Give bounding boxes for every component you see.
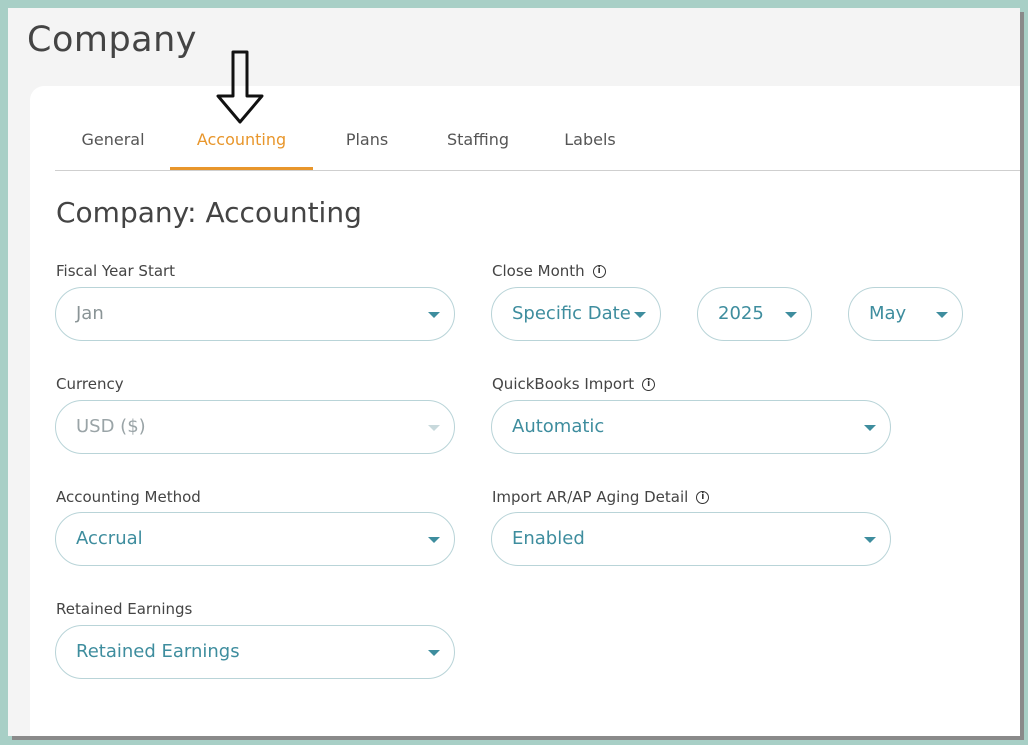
chevron-down-icon [936,312,948,318]
close-month-label: Close Month i [492,262,606,280]
import-aging-value: Enabled [512,528,585,549]
currency-value: USD ($) [76,416,146,437]
tab-bar: General Accounting Plans Staffing Labels [55,86,1020,171]
info-icon[interactable]: i [696,490,710,504]
quickbooks-import-label: QuickBooks Import i [492,375,656,393]
currency-label: Currency [56,375,124,393]
currency-select: USD ($) [55,400,455,454]
close-month-label-text: Close Month [492,262,585,280]
quickbooks-import-value: Automatic [512,416,605,437]
fiscal-year-start-label-text: Fiscal Year Start [56,262,176,280]
chevron-down-icon [428,650,440,656]
tab-accounting[interactable]: Accounting [170,124,313,170]
tab-general[interactable]: General [75,124,151,170]
close-month-year-value: 2025 [718,303,764,324]
info-icon[interactable]: i [642,377,656,391]
chevron-down-icon [634,312,646,318]
close-month-month-select[interactable]: May [848,287,963,341]
fiscal-year-start-label: Fiscal Year Start [56,262,175,280]
close-month-year-select[interactable]: 2025 [697,287,812,341]
import-aging-label-text: Import AR/AP Aging Detail [492,488,689,506]
app-window: Company General Accounting Plans Staffin… [8,8,1020,736]
close-month-mode-value: Specific Date [512,303,631,324]
chevron-down-icon [428,425,440,431]
retained-earnings-value: Retained Earnings [76,641,240,662]
close-month-month-value: May [869,303,907,324]
tab-plans[interactable]: Plans [337,124,397,170]
import-aging-label: Import AR/AP Aging Detail i [492,488,710,506]
retained-earnings-select[interactable]: Retained Earnings [55,625,455,679]
chevron-down-icon [428,537,440,543]
accounting-method-label: Accounting Method [56,488,201,506]
import-aging-select[interactable]: Enabled [491,512,891,566]
fiscal-year-start-select[interactable]: Jan [55,287,455,341]
chevron-down-icon [864,537,876,543]
fiscal-year-start-value: Jan [76,303,104,324]
retained-earnings-label: Retained Earnings [56,600,192,618]
page-title: Company [27,20,198,60]
tab-staffing[interactable]: Staffing [442,124,514,170]
accounting-method-value: Accrual [76,528,143,549]
accounting-method-label-text: Accounting Method [56,488,201,506]
accounting-method-select[interactable]: Accrual [55,512,455,566]
quickbooks-import-select[interactable]: Automatic [491,400,891,454]
section-title: Company: Accounting [56,196,362,229]
chevron-down-icon [428,312,440,318]
close-month-mode-select[interactable]: Specific Date [491,287,661,341]
retained-earnings-label-text: Retained Earnings [56,600,193,618]
down-arrow-icon [216,50,264,124]
info-icon[interactable]: i [592,264,606,278]
chevron-down-icon [785,312,797,318]
settings-card: General Accounting Plans Staffing Labels… [30,50,1020,736]
currency-label-text: Currency [56,375,124,393]
quickbooks-import-label-text: QuickBooks Import [492,375,635,393]
chevron-down-icon [864,425,876,431]
tab-labels[interactable]: Labels [560,124,620,170]
